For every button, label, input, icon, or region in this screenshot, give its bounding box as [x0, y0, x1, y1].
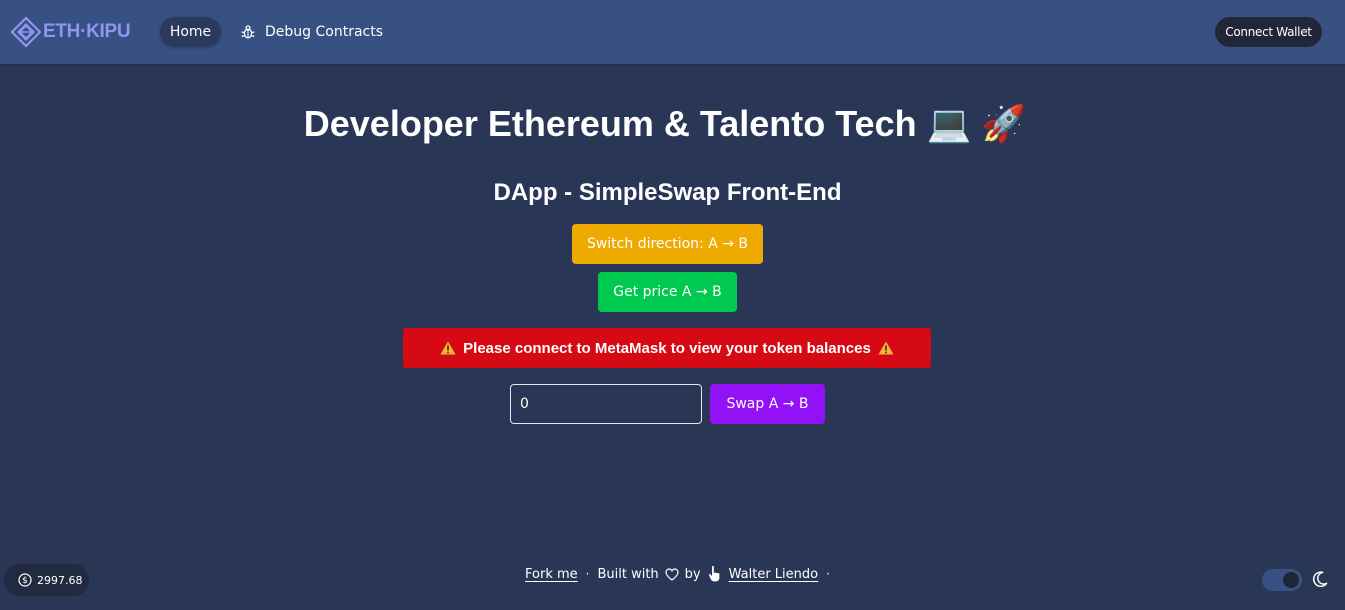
top-navbar: ETH·KIPU Home Debug Contracts Connect Wa… — [0, 0, 1345, 64]
warning-icon — [878, 341, 894, 355]
built-with-text: Built with — [597, 566, 659, 582]
author-link[interactable]: Walter Liendo — [729, 567, 818, 582]
nav-home[interactable]: Home — [160, 17, 221, 47]
nav-debug-label: Debug Contracts — [265, 24, 384, 40]
toggle-knob — [1283, 572, 1299, 588]
eth-price-badge[interactable]: $ 2997.68 — [4, 564, 89, 596]
switch-direction-button[interactable]: Switch direction: A → B — [572, 224, 763, 264]
metamask-alert: Please connect to MetaMask to view your … — [403, 328, 931, 368]
separator-dot: · — [585, 567, 590, 581]
swap-button[interactable]: Swap A → B — [710, 384, 825, 424]
moon-icon — [1312, 571, 1328, 588]
theme-toggle[interactable] — [1262, 569, 1302, 591]
connect-wallet-button[interactable]: Connect Wallet — [1215, 17, 1322, 47]
bug-icon — [241, 25, 255, 39]
alert-text: Please connect to MetaMask to view your … — [463, 339, 871, 357]
logo-text: ETH·KIPU — [43, 21, 131, 42]
separator-dot: · — [826, 567, 830, 581]
footer-links: Fork me · Built with by Walter Liendo · — [525, 563, 838, 585]
eth-price-value: 2997.68 — [37, 573, 83, 587]
dollar-icon: $ — [18, 573, 32, 587]
eth-kipu-logo[interactable]: ETH·KIPU — [11, 16, 131, 48]
by-text: by — [684, 566, 701, 582]
nav-debug-contracts[interactable]: Debug Contracts — [240, 17, 383, 47]
page-subtitle: DApp - SimpleSwap Front-End — [493, 179, 842, 206]
get-price-button[interactable]: Get price A → B — [598, 272, 737, 312]
warning-icon — [440, 341, 456, 355]
svg-text:$: $ — [22, 576, 28, 586]
heart-icon — [665, 567, 679, 581]
hand-pointer-icon — [708, 565, 720, 582]
page-title: Developer Ethereum & Talento Tech 💻 🚀 — [303, 103, 1027, 144]
eth-kipu-logo-icon — [11, 17, 41, 47]
fork-me-link[interactable]: Fork me — [525, 567, 578, 582]
swap-amount-input[interactable] — [510, 384, 702, 424]
